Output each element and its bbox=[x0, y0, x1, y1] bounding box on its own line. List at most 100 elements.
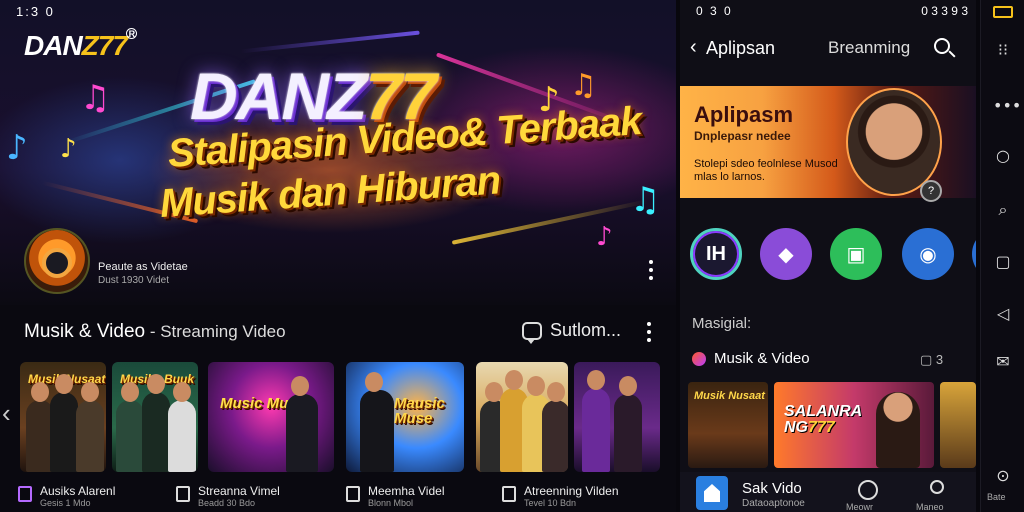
featured-thumbnail[interactable] bbox=[940, 382, 976, 468]
main-video-pane: ♫ ♪ ♪ ♪ ♫ ♫ ♪ 1:3 0 DANZ77 R DANZ77 Stali… bbox=[0, 0, 676, 512]
promo-description: Stolepi sdeo feolnlese Musod mlas lo lar… bbox=[694, 158, 838, 183]
mail-icon[interactable]: ✉ bbox=[993, 352, 1013, 372]
registered-icon: R bbox=[125, 28, 137, 39]
video-title: Atreenning Vilden bbox=[524, 484, 619, 498]
section-more-icon[interactable] bbox=[646, 322, 652, 342]
featured-title: SALANRA NG777 bbox=[784, 404, 862, 436]
nav-subtitle: Dataoaptonoe bbox=[742, 498, 805, 509]
bottom-nav: Sak Vido Dataoaptonoe Meowr Maneo bbox=[680, 472, 976, 512]
section-title-sub: - Streaming Video bbox=[145, 322, 286, 341]
home-icon[interactable] bbox=[696, 476, 728, 510]
section-header-label: Musik & Video bbox=[714, 350, 810, 367]
nav-profile-label: Maneo bbox=[916, 502, 944, 512]
featured-portrait bbox=[876, 392, 920, 468]
status-icons-right: 0 3 3 9 3 bbox=[921, 4, 968, 18]
featured-thumbnail[interactable]: SALANRA NG777 bbox=[774, 382, 934, 468]
app-panel: 0 3 0 0 3 3 9 3 ‹ Aplipsan Breanming Apl… bbox=[680, 0, 976, 512]
search-icon[interactable] bbox=[934, 38, 950, 54]
subscribe-label: Sutlom... bbox=[550, 320, 622, 340]
thumbnail-title: Mausic Muse bbox=[394, 395, 445, 427]
app-shortcut-message[interactable]: ▣ bbox=[830, 228, 882, 280]
chat-icon bbox=[522, 321, 542, 344]
video-thumbnail[interactable]: Mausic Muse bbox=[346, 362, 464, 472]
search-rail-icon[interactable]: ⌕ bbox=[993, 200, 1013, 220]
nav-title[interactable]: Sak Vido bbox=[742, 480, 802, 497]
channel-avatar[interactable] bbox=[24, 228, 90, 294]
section-header[interactable]: Musik & Video bbox=[692, 350, 810, 367]
right-rail: ⁝⁝ ••• ○ ⌕ ▢ ◁ ✉ ⊙ Bate bbox=[980, 0, 1024, 512]
camera-icon bbox=[42, 248, 72, 278]
music-note-icon: ♪ bbox=[596, 222, 613, 252]
person-figure bbox=[360, 372, 394, 472]
thumbnail-title: Musik Nusaat bbox=[694, 390, 765, 402]
promo-title: Aplipasm bbox=[694, 102, 794, 127]
app-shortcut-more[interactable] bbox=[972, 228, 976, 280]
back-icon[interactable]: ◁ bbox=[993, 304, 1013, 324]
logo-suffix: Z77 bbox=[81, 30, 128, 61]
video-thumbnail[interactable] bbox=[574, 362, 660, 472]
music-icon[interactable] bbox=[858, 480, 878, 500]
person-figure bbox=[542, 382, 568, 472]
circle-icon[interactable]: ○ bbox=[993, 146, 1013, 166]
chevron-left-icon[interactable]: ‹ bbox=[2, 398, 11, 429]
promo-badge-icon[interactable]: ? bbox=[920, 180, 942, 202]
window-icon[interactable]: ▢ bbox=[993, 252, 1013, 272]
featured-line-2-number: 777 bbox=[808, 419, 835, 436]
person-figure bbox=[582, 370, 610, 472]
location-icon[interactable]: ⊙ bbox=[993, 466, 1013, 486]
featured-thumbnail[interactable]: Musik Nusaat bbox=[688, 382, 768, 468]
grid-icon[interactable]: ⁝⁝ bbox=[993, 40, 1013, 60]
video-subtitle: Blonn Mbol bbox=[368, 498, 414, 508]
app-shortcut-ih[interactable]: IH bbox=[690, 228, 742, 280]
video-subtitle: Gesis 1 Mdo bbox=[40, 498, 91, 508]
video-icon bbox=[176, 486, 190, 502]
app-shortcut-camera[interactable]: ◉ bbox=[902, 228, 954, 280]
status-icons: 0 3 0 bbox=[696, 4, 733, 18]
featured-line-2: NG bbox=[784, 419, 808, 436]
video-icon bbox=[346, 486, 360, 502]
subscribe-button[interactable]: Sutlom... bbox=[522, 320, 622, 344]
logo-prefix: DAN bbox=[24, 30, 83, 61]
featured-line-1: SALANRA bbox=[784, 403, 863, 420]
section-icon bbox=[692, 351, 706, 366]
person-figure bbox=[116, 382, 144, 472]
channel-subtitle: Dust 1930 Videt bbox=[98, 275, 169, 286]
video-meta[interactable]: Ausiks Alarenl Gesis 1 Mdo bbox=[18, 484, 115, 508]
video-thumbnail[interactable]: Musik Nusaat bbox=[20, 362, 106, 472]
status-time: 1:3 0 bbox=[16, 4, 55, 19]
back-button[interactable]: ‹ bbox=[690, 36, 697, 59]
tab-streaming[interactable]: Breanming bbox=[828, 38, 910, 58]
music-note-icon: ♪ bbox=[6, 128, 28, 168]
profile-icon[interactable] bbox=[930, 480, 944, 494]
person-figure bbox=[614, 376, 642, 472]
battery-icon bbox=[993, 6, 1013, 18]
light-ray bbox=[451, 199, 649, 245]
video-meta[interactable]: Streanna Vimel Beadd 30 Bdo bbox=[176, 484, 280, 508]
more-icon[interactable]: ••• bbox=[993, 96, 1021, 116]
music-note-icon: ♪ bbox=[60, 134, 77, 164]
page-title: Aplipsan bbox=[706, 38, 776, 58]
video-thumbnail[interactable]: Musike Buuk bbox=[112, 362, 198, 472]
nav-music-label: Meowr bbox=[846, 502, 874, 512]
person-figure bbox=[76, 382, 104, 472]
hero-banner[interactable]: ♫ ♪ ♪ ♪ ♫ ♫ ♪ 1:3 0 DANZ77 R DANZ77 Stali… bbox=[0, 0, 676, 305]
video-meta[interactable]: Meemha Videl Blonn Mbol bbox=[346, 484, 445, 508]
music-note-icon: ♫ bbox=[80, 78, 111, 118]
music-note-icon: ♫ bbox=[570, 68, 597, 103]
rail-label: Bate bbox=[987, 492, 1006, 502]
section-label: Masigial: bbox=[692, 315, 752, 332]
video-thumbnail[interactable] bbox=[476, 362, 568, 472]
person-figure bbox=[50, 374, 78, 472]
more-options-icon[interactable] bbox=[648, 260, 654, 280]
video-subtitle: Beadd 30 Bdo bbox=[198, 498, 256, 508]
video-title: Ausiks Alarenl bbox=[40, 484, 116, 498]
channel-name[interactable]: Peaute as Videtae bbox=[98, 261, 188, 273]
section-title: Musik & Video - Streaming Video bbox=[24, 321, 286, 343]
app-logo[interactable]: DANZ77 R bbox=[24, 28, 137, 62]
video-meta[interactable]: Atreenning Vilden Tevel 10 Bdn bbox=[502, 484, 619, 508]
app-shortcut-chat[interactable]: ◆ bbox=[760, 228, 812, 280]
section-count[interactable]: ▢ 3 bbox=[920, 352, 943, 368]
video-thumbnail[interactable]: Music Musik bbox=[208, 362, 334, 472]
person-figure bbox=[286, 376, 318, 472]
video-title: Meemha Videl bbox=[368, 484, 445, 498]
